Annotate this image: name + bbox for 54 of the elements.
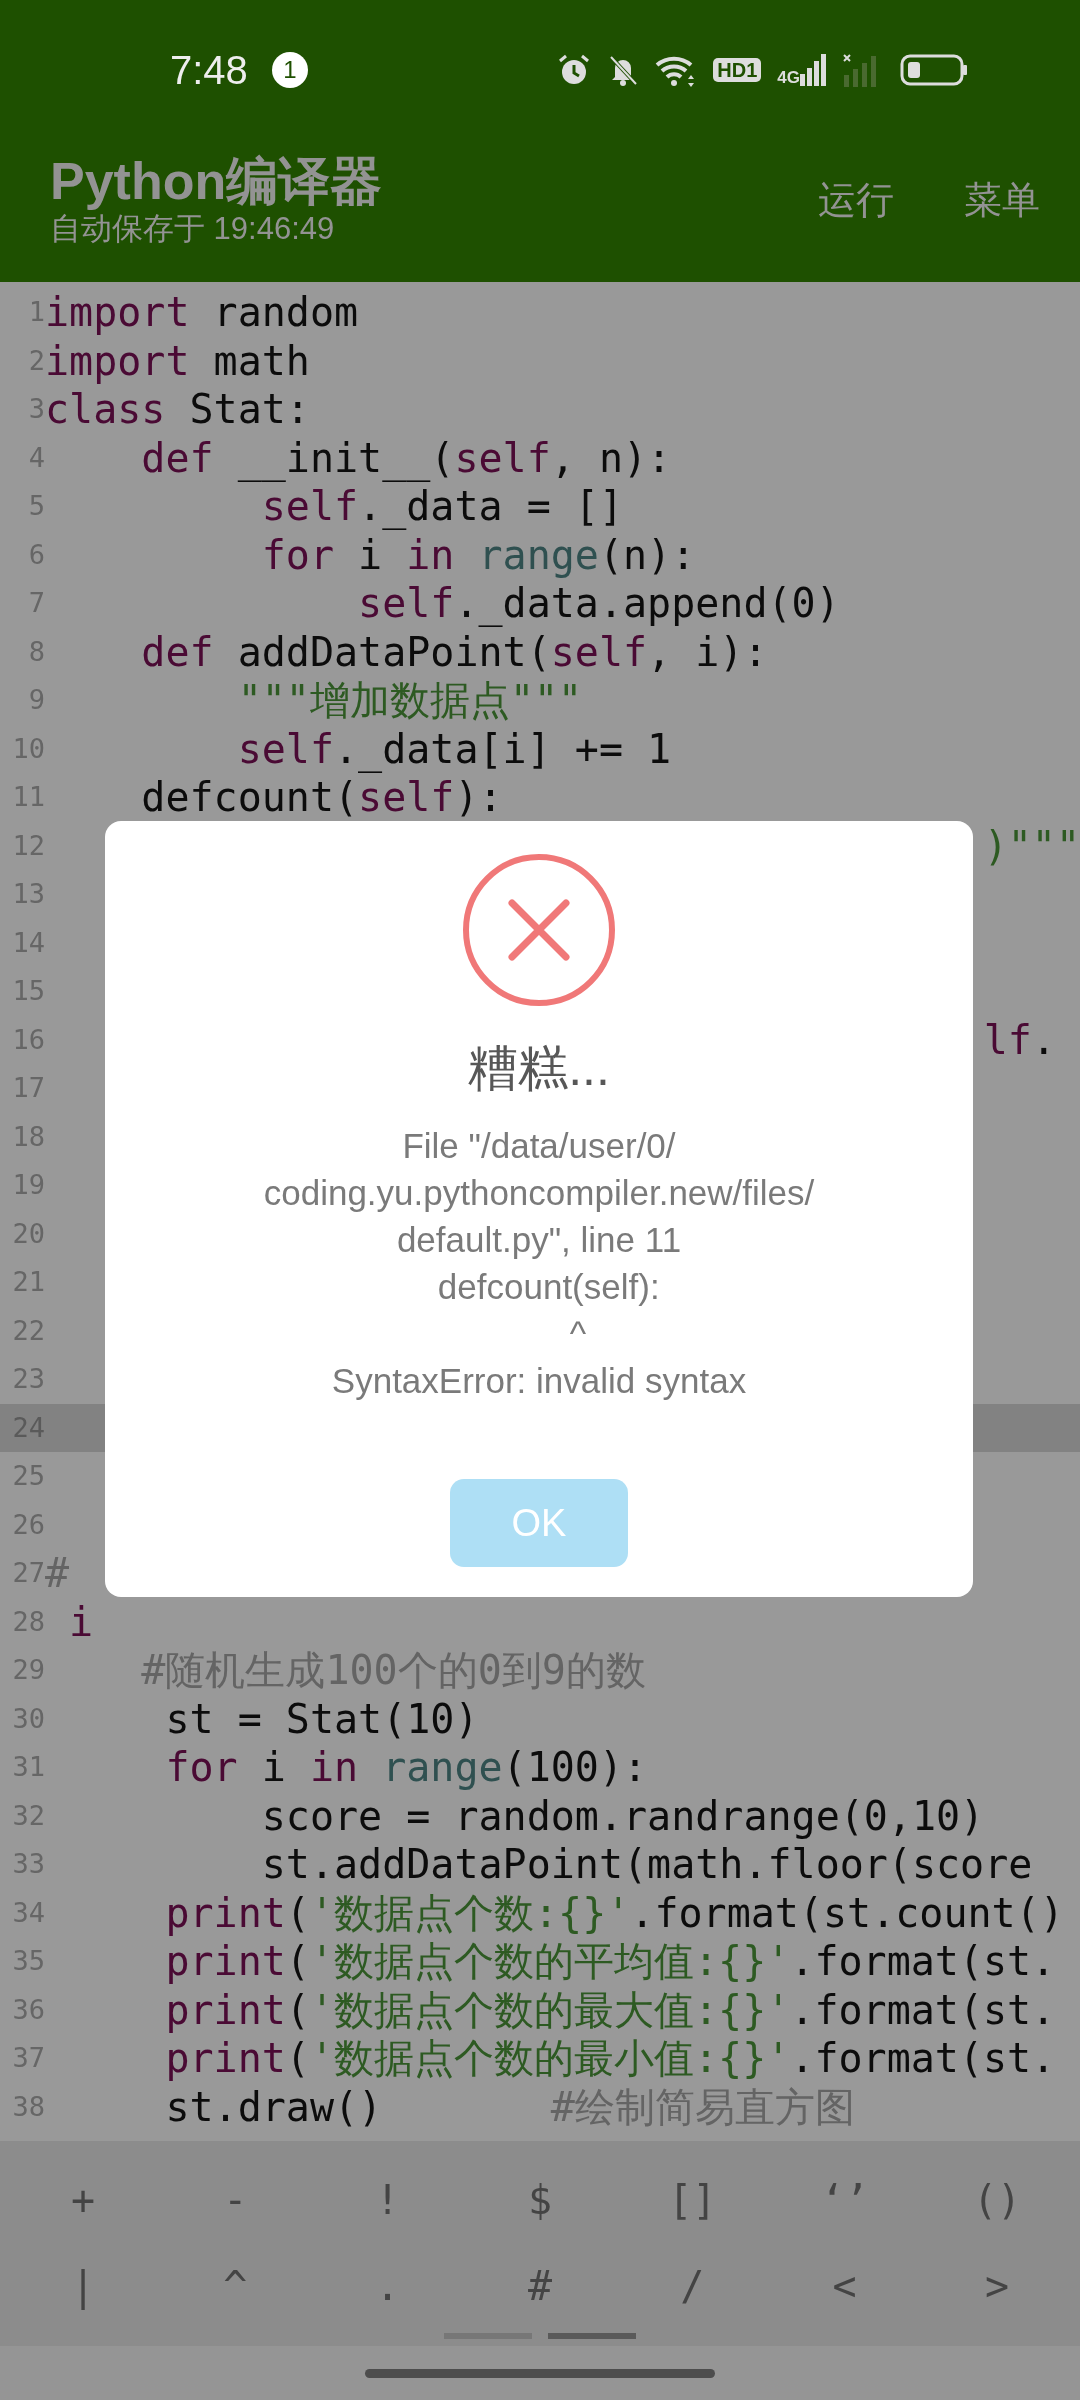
code-line: score = random.randrange(0,10) [260, 1793, 985, 1838]
code-line: for i in range(n): [260, 532, 696, 577]
symbol-key[interactable]: ^ [160, 2242, 311, 2329]
home-indicator[interactable] [365, 2369, 715, 2378]
symbol-key[interactable]: # [465, 2242, 615, 2329]
code-line: class Stat: [45, 387, 310, 432]
alarm-clock-icon [557, 53, 592, 87]
error-icon [462, 853, 616, 1007]
page-indicator[interactable] [548, 2332, 636, 2339]
code-line: print('数据点个数的最小值:{}'.format(st. [164, 2036, 1056, 2081]
code-line: for i in range(100): [164, 1745, 648, 1790]
symbol-key[interactable]: + [8, 2156, 158, 2243]
symbol-key[interactable]: < [769, 2242, 920, 2329]
error-message: File "/data/user/0/ coding.yu.pythoncompiler.new/files/ default.py", line 11 defcount(self): ^ SyntaxError: invalid syntax [263, 1125, 815, 1402]
dialog-title: 糟糕... [468, 1039, 610, 1098]
symbol-key[interactable]: [] [617, 2156, 768, 2243]
symbol-key[interactable]: / [617, 2242, 768, 2329]
symbol-key[interactable]: . [312, 2242, 463, 2329]
toolbar-action[interactable]: 菜单 [964, 171, 1040, 229]
toolbar-action[interactable]: 运行 [818, 171, 894, 229]
code-line: st.addDataPoint(math.floor(score [260, 1842, 1033, 1887]
clock-time: 7:48 [170, 47, 248, 94]
code-line: def addDataPoint(self, i): [140, 629, 768, 674]
code-line: lf._ [983, 1017, 1080, 1062]
code-line: st = Stat(10) [164, 1696, 479, 1741]
code-line: )""" [983, 823, 1080, 868]
code-line: import random [45, 290, 359, 335]
symbol-key[interactable]: () [921, 2156, 1072, 2243]
symbol-key[interactable]: $ [465, 2156, 615, 2243]
code-line: # [45, 1551, 70, 1596]
code-line: print('数据点个数的平均值:{}'.format(st. [164, 1939, 1056, 1984]
hd-voice-badge: HD1 [713, 58, 762, 82]
signal-icon [800, 54, 826, 86]
code-line: print('数据点个数的最大值:{}'.format(st. [164, 1987, 1056, 2032]
code-line: def __init__(self, n): [140, 435, 672, 480]
symbol-key[interactable]: > [921, 2242, 1072, 2329]
symbol-key[interactable]: | [8, 2242, 158, 2329]
code-line: print('数据点个数:{}'.format(st.count() [164, 1890, 1064, 1935]
notification-count: 1 [271, 52, 308, 88]
muted-bell-icon [607, 53, 640, 87]
code-line: """增加数据点""" [236, 678, 583, 723]
app-title: Python编译器 [50, 152, 384, 210]
symbol-key[interactable]: ‘’ [769, 2156, 920, 2243]
code-line: i [68, 1599, 94, 1644]
symbol-key[interactable]: ! [312, 2156, 463, 2243]
code-line: self._data = [] [260, 484, 623, 529]
code-line: import math [45, 338, 310, 383]
autosave-time: 自动保存于 19:46:49 [50, 210, 336, 248]
code-line: self._data.append(0) [357, 581, 840, 626]
code-line: defcount(self): [140, 775, 503, 820]
battery-icon [900, 54, 968, 86]
code-line: self._data[i] += 1 [236, 726, 672, 771]
network-type: 4G [777, 69, 800, 86]
symbol-key[interactable]: - [160, 2156, 311, 2243]
